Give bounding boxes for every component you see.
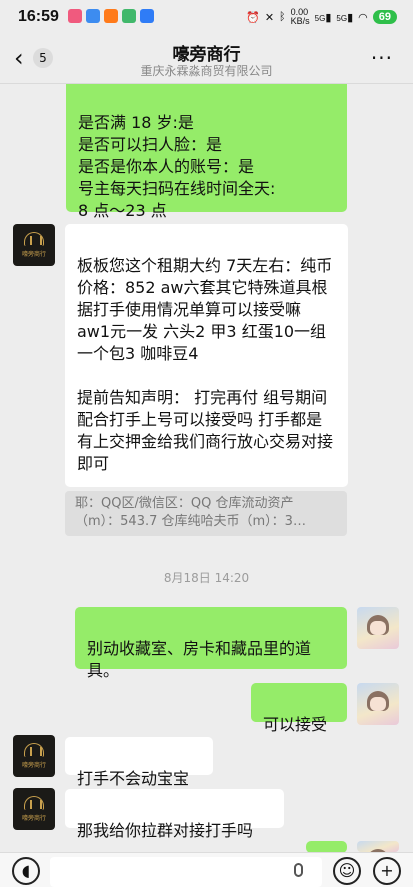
avatar-self[interactable]	[357, 683, 399, 725]
message-incoming[interactable]: 板板您这个租期大约 7天左右：纯币价格：852 aw六套其它特殊道具根据打手使用…	[65, 224, 348, 487]
status-bar: 16:59 ⏰ ✕ ᛒ 0.00 KB/s 5G▮ 5G▮ ◠ 69	[0, 0, 413, 34]
app-notification-icon	[122, 9, 136, 23]
chat-subtitle: 重庆永霖淼商贸有限公司	[140, 64, 273, 78]
shop-logo-icon	[24, 796, 44, 810]
battery-icon: 69	[372, 10, 397, 24]
message-incoming[interactable]: 打手不会动宝宝	[65, 737, 213, 788]
app-notification-icon	[104, 9, 118, 23]
signal-icon-2: 5G▮	[336, 11, 354, 24]
plus-icon[interactable]: +	[373, 857, 401, 885]
voice-toggle-icon[interactable]: ◖	[12, 857, 40, 885]
message-input[interactable]	[50, 857, 322, 887]
alarm-icon: ⏰	[246, 11, 260, 24]
emoji-icon[interactable]: ☺	[333, 857, 361, 885]
avatar-shop[interactable]: 嚎旁商行	[13, 224, 55, 266]
message-outgoing[interactable]: 是否满 18 岁:是 是否可以扫人脸：是 是否是你本人的账号：是 号主每天扫码在…	[66, 64, 347, 220]
shop-logo-text: 嚎旁商行	[21, 251, 46, 258]
net-speed: 0.00 KB/s	[290, 7, 310, 26]
status-right: ⏰ ✕ ᛒ 0.00 KB/s 5G▮ 5G▮ ◠ 69	[246, 8, 397, 26]
clock: 16:59	[18, 8, 59, 25]
message-text: 那我给你拉群对接打手吗	[77, 821, 254, 840]
app-notification-icon	[140, 9, 154, 23]
avatar-self[interactable]	[357, 841, 399, 852]
shop-logo-text: 嚎旁商行	[21, 762, 46, 769]
app-notification-icon	[68, 9, 82, 23]
app-notification-icon	[86, 9, 100, 23]
wifi-icon: ◠	[358, 11, 368, 24]
message-text: 别动收藏室、房卡和藏品里的道具。	[87, 639, 312, 680]
quoted-message[interactable]: 耶：QQ区/微信区：QQ 仓库流动资产 （m）：543.7 仓库纯哈夫币（m）：…	[65, 491, 347, 536]
avatar-self[interactable]	[357, 607, 399, 649]
message-text: 板板您这个租期大约 7天左右：纯币价格：852 aw六套其它特殊道具根据打手使用…	[77, 256, 334, 473]
message-incoming[interactable]: 那我给你拉群对接打手吗	[65, 789, 284, 840]
shop-logo-icon	[24, 232, 44, 246]
chat-header: ‹ 5 嚎旁商行 重庆永霖淼商贸有限公司 ···	[0, 34, 413, 84]
timestamp-divider: 8月18日 14:20	[163, 571, 250, 585]
mute-icon: ✕	[264, 11, 275, 24]
message-text: 可以接受	[263, 715, 328, 734]
message-text: 是否满 18 岁:是 是否可以扫人脸：是 是否是你本人的账号：是 号主每天扫码在…	[78, 113, 276, 220]
mic-icon[interactable]	[294, 863, 303, 877]
input-bar: ◖ ☺ +	[0, 852, 413, 887]
notification-icons	[68, 9, 154, 23]
shop-logo-text: 嚎旁商行	[21, 815, 46, 822]
message-text: 打手不会动宝宝	[77, 769, 190, 788]
signal-icon-1: 5G▮	[314, 11, 332, 24]
avatar-shop[interactable]: 嚎旁商行	[13, 788, 55, 830]
more-icon[interactable]: ···	[371, 46, 393, 70]
message-outgoing[interactable]: 可以接受	[251, 683, 347, 734]
bluetooth-icon: ᛒ	[279, 11, 286, 23]
avatar-shop[interactable]: 嚎旁商行	[13, 735, 55, 777]
message-outgoing[interactable]: 别动收藏室、房卡和藏品里的道具。	[75, 607, 347, 680]
shop-logo-icon	[24, 743, 44, 757]
